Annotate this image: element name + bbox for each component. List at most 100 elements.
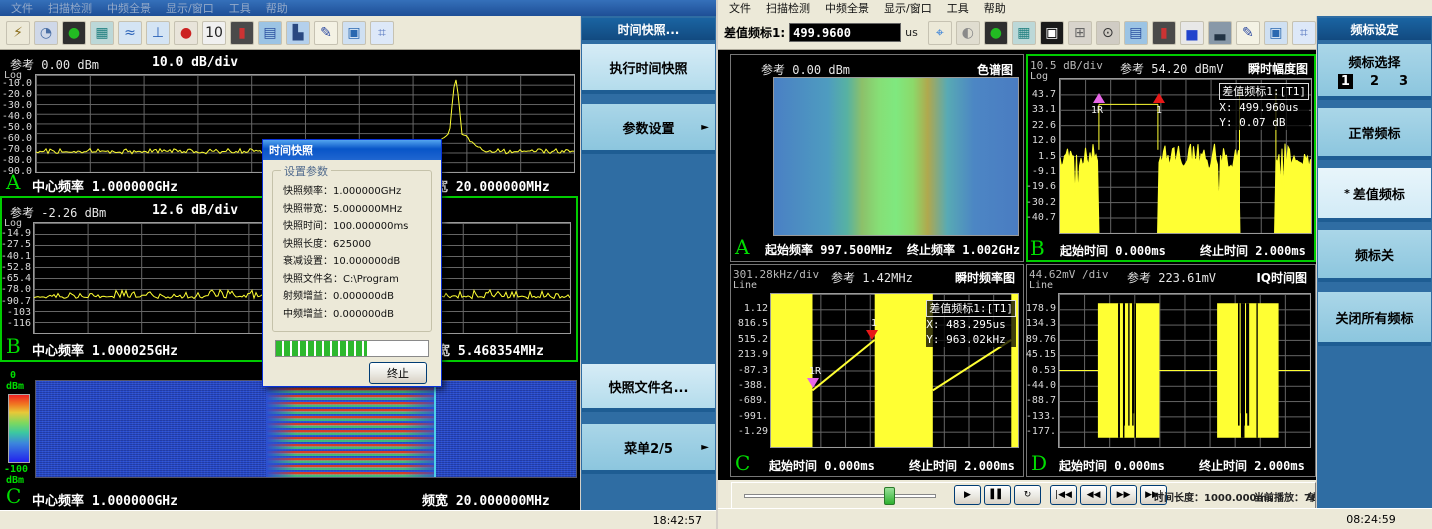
display-icon[interactable]: ▤ xyxy=(1124,21,1148,45)
pause-button[interactable]: ▌▌ xyxy=(984,485,1011,505)
softkey-parameter-setup[interactable]: 参数设置► xyxy=(582,104,715,154)
y-tick: -70.0 xyxy=(2,144,32,155)
menu-item[interactable]: 显示/窗口 xyxy=(159,0,221,16)
dialog-field: 射频增益：0.000000dB xyxy=(283,288,429,306)
tv-icon[interactable]: ▣ xyxy=(1040,21,1064,45)
display-icon[interactable]: ▤ xyxy=(258,21,282,45)
menu-item[interactable]: 中频全景 xyxy=(818,0,876,16)
playback-slider-thumb[interactable] xyxy=(884,487,895,505)
menu-item[interactable]: 扫描检测 xyxy=(759,0,817,16)
axis-type: Log xyxy=(1030,71,1048,82)
marker-option-1[interactable]: 1 xyxy=(1338,74,1353,89)
menu-item[interactable]: 中频全景 xyxy=(100,0,158,16)
record-icon[interactable]: ● xyxy=(174,21,198,45)
clipped-status-label: 轨 xyxy=(1308,489,1316,504)
menu-item[interactable]: 文件 xyxy=(722,0,758,16)
menu-item[interactable]: 显示/窗口 xyxy=(877,0,939,16)
playback-slider-track[interactable] xyxy=(744,494,936,498)
y-tick: -40.7 xyxy=(1026,212,1056,223)
menu-item[interactable]: 扫描检测 xyxy=(41,0,99,16)
traffic-light-icon[interactable]: ● xyxy=(62,21,86,45)
submenu-arrow-icon: ► xyxy=(701,442,709,453)
delta-marker-unit: us xyxy=(905,26,918,39)
fs-filter-icon[interactable]: ▮ xyxy=(230,21,254,45)
softkey-marker-off[interactable]: 频标关 xyxy=(1318,230,1431,282)
pulse-window-icon[interactable]: ⊥ xyxy=(146,21,170,45)
play-button[interactable]: ▶ xyxy=(954,485,981,505)
clock-icon[interactable]: ⊙ xyxy=(1096,21,1120,45)
y-tick: -103 xyxy=(7,307,31,318)
menu-item[interactable]: 文件 xyxy=(4,0,40,16)
gauge-icon[interactable]: ◔ xyxy=(34,21,58,45)
instrument-icon[interactable]: ▦ xyxy=(1012,21,1036,45)
y-tick: 89.76 xyxy=(1026,334,1056,345)
softkey-all-markers-off[interactable]: 关闭所有频标 xyxy=(1318,292,1431,346)
right-toolbar-icons: ⌖◐●▦▣⊞⊙▤▮▅▃✎▣⌗ xyxy=(928,21,1316,45)
step-forward-button[interactable]: ▶▶ xyxy=(1110,485,1137,505)
notepad-icon[interactable]: ✎ xyxy=(314,21,338,45)
groupbox-title: 设置参数 xyxy=(281,163,331,179)
softkey-menu-page[interactable]: 菜单2/5► xyxy=(582,424,715,474)
menu-item[interactable]: 帮助 xyxy=(977,0,1013,16)
panel-title: 瞬时幅度图 xyxy=(1248,60,1308,77)
instrument-icon[interactable]: ▦ xyxy=(90,21,114,45)
marker-option-2[interactable]: 2 xyxy=(1367,74,1382,89)
softkey-snapshot-filename[interactable]: 快照文件名... xyxy=(582,364,715,412)
progress-fill xyxy=(276,341,367,356)
split-window-icon[interactable]: ⊞ xyxy=(1068,21,1092,45)
marker-1r[interactable] xyxy=(1093,93,1105,103)
loop-button[interactable]: ↻ xyxy=(1014,485,1041,505)
calculator-icon[interactable]: ⌗ xyxy=(1292,21,1316,45)
fs-filter-icon[interactable]: ▮ xyxy=(1152,21,1176,45)
menu-item[interactable]: 工具 xyxy=(940,0,976,16)
step-back-button[interactable]: ◀◀ xyxy=(1080,485,1107,505)
y-tick: -689. xyxy=(738,395,768,406)
y-tick: 0.53 xyxy=(1032,365,1056,376)
satellite-dish-icon[interactable]: ⌖ xyxy=(928,21,952,45)
y-tick: 134.3 xyxy=(1026,318,1056,329)
center-freq: 中心频率 1.000025GHz xyxy=(32,340,178,359)
y-tick: 45.15 xyxy=(1026,349,1056,360)
computer-icon[interactable]: ▣ xyxy=(342,21,366,45)
clock: 08:24:59 xyxy=(1316,513,1426,526)
marker-1[interactable] xyxy=(1153,93,1165,103)
tuner-icon[interactable]: ⚡ xyxy=(6,21,30,45)
calculator-icon[interactable]: ⌗ xyxy=(370,21,394,45)
menu-item[interactable]: 帮助 xyxy=(259,0,295,16)
right-analyzer-window: 文件扫描检测中频全景显示/窗口工具帮助 差值频标1: us ⌖◐●▦▣⊞⊙▤▮▅… xyxy=(716,0,1432,529)
marker-1[interactable] xyxy=(866,330,878,340)
traffic-light-icon[interactable]: ● xyxy=(984,21,1008,45)
y-tick: 12.0 xyxy=(1032,135,1056,146)
start-time: 起始时间 0.000ms xyxy=(1060,242,1166,259)
dialog-titlebar[interactable]: 时间快照 xyxy=(263,140,441,160)
softkey-normal-marker[interactable]: 正常频标 xyxy=(1318,108,1431,160)
stop-button[interactable]: 终止 xyxy=(369,362,427,384)
left-softkey-menu: 时间快照... 执行时间快照 参数设置► 快照文件名... 菜单2/5► xyxy=(580,16,716,510)
waveform-window-icon[interactable]: ≈ xyxy=(118,21,142,45)
softkey-marker-select[interactable]: 频标选择 1 2 3 xyxy=(1318,44,1431,100)
marker-1r[interactable] xyxy=(807,378,819,388)
histogram-icon[interactable]: ▃ xyxy=(1208,21,1232,45)
right-display-area: 参考 0.00 dBm 色谱图 A 起始频率 997.500MHz 终止频率 1… xyxy=(718,50,1316,480)
notepad-icon[interactable]: ✎ xyxy=(1236,21,1260,45)
computer-icon[interactable]: ▣ xyxy=(1264,21,1288,45)
globe-icon[interactable]: ◐ xyxy=(956,21,980,45)
data-1010-icon[interactable]: 10 xyxy=(202,21,226,45)
bars-icon[interactable]: ▅ xyxy=(1180,21,1204,45)
softkey-run-snapshot[interactable]: 执行时间快照 xyxy=(582,44,715,94)
menu-item[interactable]: 工具 xyxy=(222,0,258,16)
center-freq: 中心频率 1.000000GHz xyxy=(32,490,178,509)
y-tick: -52.8 xyxy=(1,262,31,273)
skip-start-button[interactable]: |◀◀ xyxy=(1050,485,1077,505)
chart-icon[interactable]: ▙ xyxy=(286,21,310,45)
y-tick: -88.7 xyxy=(1026,395,1056,406)
iq-time-panel-d: 44.62mV /div Line 参考 223.61mV IQ时间图 178.… xyxy=(1026,264,1316,477)
delta-marker-input[interactable] xyxy=(789,23,901,42)
active-dot: * xyxy=(1344,187,1350,200)
y-tick: -14.9 xyxy=(1,228,31,239)
marker-option-3[interactable]: 3 xyxy=(1396,74,1411,89)
softkey-delta-marker[interactable]: *差值频标 xyxy=(1318,168,1431,222)
y-axis-ticks: 178.9134.389.7645.150.53-44.0-88.7-133.-… xyxy=(1027,303,1056,437)
frequency-cursor[interactable] xyxy=(434,381,436,477)
stop-time: 终止时间 2.000ms xyxy=(1199,457,1305,474)
